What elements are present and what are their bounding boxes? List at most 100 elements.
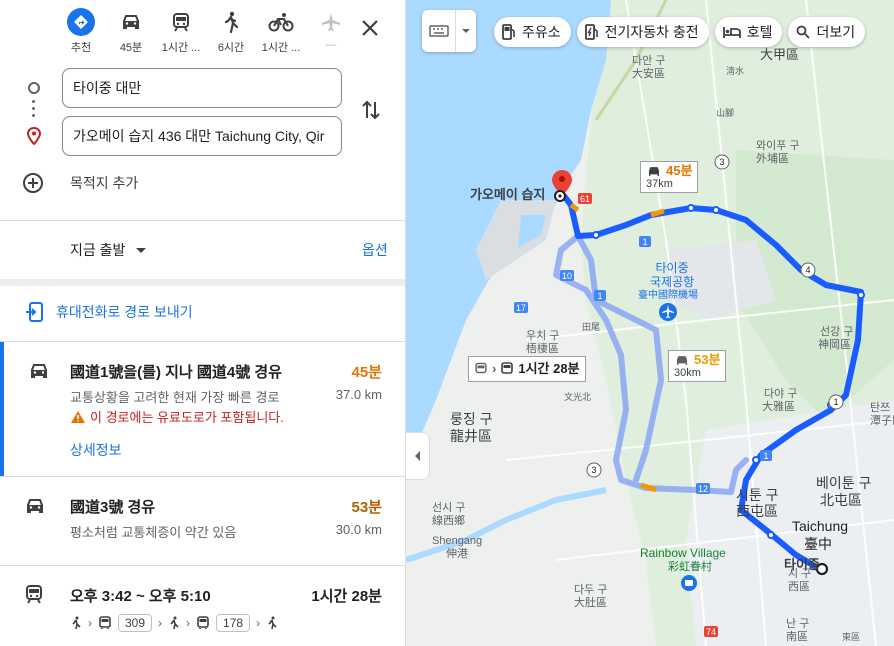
map-label-wenhuabei: 文光北 bbox=[564, 392, 592, 402]
map-label-airport: 타이중 국제공항 bbox=[650, 261, 695, 289]
map-label-destination: 가오메이 습지 bbox=[470, 187, 546, 202]
route-option-transit[interactable]: 오후 3:42 ~ 오후 5:10 1시간 28분 bbox=[0, 566, 405, 646]
transit-steps: › 309 › › 178 › bbox=[70, 614, 278, 632]
map-label-xianxi-zh: 線西鄉 bbox=[432, 515, 465, 527]
mode-bike[interactable]: 1시간 ... bbox=[256, 8, 306, 55]
chip-gas-station[interactable]: 주유소 bbox=[494, 17, 571, 47]
bus-number-badge: 309 bbox=[118, 614, 153, 632]
chip-hotel[interactable]: 호텔 bbox=[714, 17, 783, 47]
train-icon bbox=[475, 362, 487, 374]
search-icon bbox=[797, 25, 811, 39]
map-label-wuqi-zh: 梧棲區 bbox=[526, 343, 559, 355]
mode-car[interactable]: 45분 bbox=[106, 8, 156, 55]
route-callout-transit[interactable]: › 1시간 28분 bbox=[468, 356, 586, 382]
svg-text:12: 12 bbox=[698, 484, 708, 494]
details-link[interactable]: 상세정보 bbox=[70, 440, 122, 460]
map-label-airport-zh: 臺中國際機場 bbox=[638, 290, 698, 301]
svg-text:1: 1 bbox=[642, 237, 647, 247]
svg-text:3: 3 bbox=[719, 157, 724, 167]
map-chip-row: 주유소 전기자동차 충전 호텔 더보기 bbox=[494, 17, 866, 47]
origin-input[interactable]: 타이중 대만 bbox=[62, 68, 342, 108]
mode-flight[interactable]: — bbox=[306, 8, 356, 55]
bike-icon bbox=[267, 8, 295, 36]
car-icon bbox=[24, 497, 46, 520]
svg-text:61: 61 bbox=[580, 194, 590, 204]
add-destination-button[interactable]: 목적지 추가 bbox=[22, 172, 138, 194]
svg-text:17: 17 bbox=[516, 303, 526, 313]
svg-text:4: 4 bbox=[805, 265, 810, 275]
mode-transit[interactable]: 1시간 ... bbox=[156, 8, 206, 55]
map-label-xianxi: 선시 구 bbox=[432, 502, 466, 514]
walk-icon bbox=[170, 616, 179, 630]
walk-icon bbox=[72, 616, 81, 630]
bus-icon bbox=[99, 616, 111, 629]
route-subtitle: 교통상황을 고려한 현재 가장 빠른 경로 bbox=[70, 390, 280, 405]
map-label-wuqi: 우치 구 bbox=[526, 330, 560, 342]
map-label-shengang-en: Shengang bbox=[432, 535, 483, 547]
mode-recommended[interactable]: 추천 bbox=[56, 8, 106, 55]
destination-input[interactable]: 가오메이 습지 436 대만 Taichung City, Qir bbox=[62, 116, 342, 156]
directions-panel: 추천 45분 1시간 ... 6시간 1시간 ... — 타이중 대만 가오메이… bbox=[0, 0, 406, 646]
map-label-waipu: 와이푸 구 bbox=[756, 140, 800, 152]
map-label-xi-zh: 西區 bbox=[788, 581, 810, 593]
add-circle-icon bbox=[23, 173, 43, 193]
send-to-phone-button[interactable]: 휴대전화로 경로 보내기 bbox=[26, 302, 193, 322]
walk-icon bbox=[268, 616, 277, 630]
map-label-daan: 다안 구 bbox=[632, 55, 666, 67]
map-label-shengang: 선강 구 bbox=[820, 326, 854, 338]
hotel-icon bbox=[722, 27, 741, 38]
close-icon[interactable] bbox=[358, 16, 382, 40]
map-layer-button[interactable] bbox=[422, 10, 476, 52]
route-callout-main[interactable]: 45분 37km bbox=[640, 161, 699, 194]
map-canvas[interactable]: 10 1 17 1 12 1 4 1 3 3 61 74 가오메이 습지 타이중… bbox=[406, 0, 894, 646]
svg-text:1: 1 bbox=[763, 451, 768, 461]
route-distance: 30.0 km bbox=[335, 522, 382, 537]
map-label-tanzi: 탄쯔 구 bbox=[870, 402, 894, 414]
route-callout-alt[interactable]: 53분 30km bbox=[668, 350, 727, 383]
divider bbox=[0, 220, 405, 221]
map-label-nan: 난 구 bbox=[786, 618, 810, 630]
travel-mode-bar: 추천 45분 1시간 ... 6시간 1시간 ... — bbox=[56, 8, 356, 55]
mode-walk[interactable]: 6시간 bbox=[206, 8, 256, 55]
toll-warning: 이 경로에는 유료도로가 포함됩니다. bbox=[70, 407, 284, 426]
ev-charging-icon bbox=[584, 24, 598, 40]
dropdown-arrow-icon bbox=[456, 27, 476, 35]
car-icon bbox=[117, 8, 145, 36]
svg-text:74: 74 bbox=[706, 627, 716, 637]
map-label-xitun-zh: 西屯區 bbox=[736, 503, 778, 519]
map-label-taichung-zh: 臺中 bbox=[804, 536, 832, 552]
flight-icon bbox=[317, 8, 345, 36]
swap-icon[interactable] bbox=[360, 98, 382, 122]
bus-icon bbox=[501, 362, 514, 374]
map-label-rainbow: Rainbow Village bbox=[640, 546, 726, 560]
chip-ev-charging[interactable]: 전기자동차 충전 bbox=[576, 17, 709, 47]
route-option-2[interactable]: 國道3號 경유 53분 평소처럼 교통체증이 약간 있음 30.0 km bbox=[0, 477, 405, 565]
route-option-1[interactable]: 國道1號을(를) 지나 國道4號 경유 45분 교통상황을 고려한 현재 가장 … bbox=[0, 342, 405, 476]
map-label-rainbow-zh: 彩虹眷村 bbox=[668, 561, 712, 573]
chevron-right-icon: › bbox=[88, 616, 92, 630]
map-label-dajia: 大甲區 bbox=[760, 47, 800, 62]
map-label-shengang-zh: 神岡區 bbox=[818, 339, 851, 351]
options-button[interactable]: 옵션 bbox=[362, 240, 388, 260]
route-time: 45분 bbox=[351, 364, 383, 381]
chevron-right-icon: › bbox=[186, 616, 191, 630]
train-icon bbox=[167, 8, 195, 36]
map-label-longjing-zh: 龍井區 bbox=[450, 428, 492, 444]
svg-text:1: 1 bbox=[833, 397, 838, 407]
map-label-shanjiao: 山腳 bbox=[716, 108, 735, 118]
map-label-tanzi-zh: 潭子區 bbox=[870, 415, 894, 427]
map-label-shengang-zh2: 伸港 bbox=[446, 548, 468, 560]
transit-duration: 1시간 28분 bbox=[311, 588, 382, 605]
car-icon bbox=[28, 362, 50, 385]
keyboard-icon bbox=[422, 10, 456, 52]
map-label-qingshui: 淸水 bbox=[726, 66, 745, 76]
route-time: 53분 bbox=[351, 499, 383, 516]
collapse-panel-button[interactable] bbox=[406, 432, 430, 480]
destination-pin-icon bbox=[26, 126, 42, 150]
warning-icon bbox=[71, 410, 85, 423]
svg-text:1: 1 bbox=[597, 291, 602, 301]
chip-more[interactable]: 더보기 bbox=[788, 17, 866, 47]
transit-times: 오후 3:42 ~ 오후 5:10 bbox=[70, 588, 211, 605]
map-label-xi: 시 구 bbox=[788, 568, 812, 580]
depart-time-dropdown[interactable]: 지금 출발 bbox=[70, 240, 151, 260]
